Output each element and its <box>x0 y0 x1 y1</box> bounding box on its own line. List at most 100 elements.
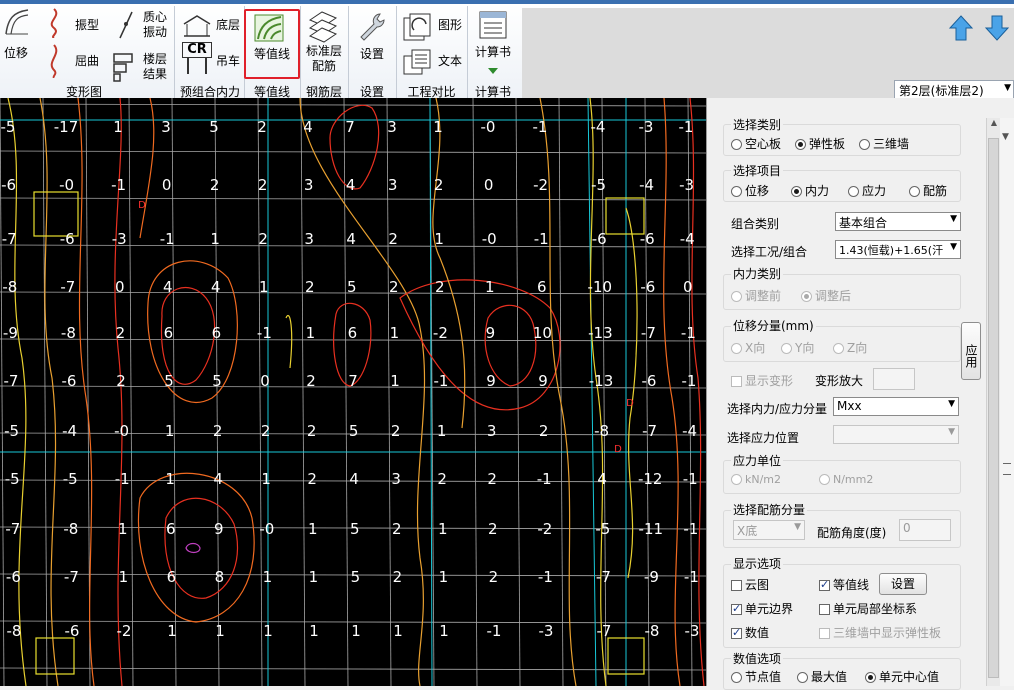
radio-button[interactable] <box>859 139 870 150</box>
graphic-compare-button[interactable]: 图形 <box>436 18 464 33</box>
grip-icon[interactable] <box>1003 463 1011 475</box>
radio-button[interactable] <box>791 186 802 197</box>
scroll-down-icon[interactable]: ▼ <box>1002 132 1009 142</box>
scroll-up-icon[interactable]: ▲ <box>987 118 1001 127</box>
contour-plot[interactable]: DDD -5 -17 1 3 5 2 4 7 3 1 -0 -1 -4 -3 -1-6 -0 -1 0 2 2 3 4 3 2… <box>0 98 706 686</box>
report-dropdown-icon[interactable] <box>488 68 498 74</box>
radio-button[interactable] <box>801 291 812 302</box>
base-button[interactable]: 底层 <box>214 18 242 33</box>
element-value: -1 <box>538 568 553 586</box>
radio-button[interactable] <box>865 672 876 683</box>
radio-button[interactable] <box>731 474 742 485</box>
radio-x-dir[interactable]: X向 <box>731 339 765 356</box>
radio-y-dir[interactable]: Y向 <box>781 339 814 356</box>
element-value: -4 <box>680 230 695 248</box>
radio-button[interactable] <box>909 186 920 197</box>
crane-button[interactable]: 吊车 <box>214 54 242 69</box>
checkbox[interactable] <box>731 580 742 591</box>
element-value: 4 <box>211 278 221 296</box>
element-value: -8 <box>63 520 78 538</box>
element-value: -9 <box>3 324 18 342</box>
checkbox[interactable] <box>819 578 830 591</box>
mass-center-button[interactable]: 质心振动 <box>140 10 170 40</box>
panel-scrollbar[interactable]: ▲ <box>986 118 1001 686</box>
std-floor-rebar-button[interactable]: 标准层配筋 <box>304 44 344 74</box>
case-combo-select[interactable]: 1.43(恒载)+1.65(汗 ▼ <box>835 240 961 259</box>
contour-canvas[interactable]: DDD -5 -17 1 3 5 2 4 7 3 1 -0 -1 -4 -3 -1 -6 -0 -1 0 2 2 3 4 3 2… <box>0 98 706 686</box>
checkbox[interactable] <box>819 628 830 639</box>
radio-button[interactable] <box>731 672 742 683</box>
element-value: -6 <box>640 278 655 296</box>
stress-position-select[interactable]: ▼ <box>833 425 959 444</box>
radio-max-value[interactable]: 最大值 <box>797 668 847 685</box>
text-compare-button[interactable]: 文本 <box>436 54 464 69</box>
element-value: -3 <box>639 118 654 136</box>
radio-button[interactable] <box>731 186 742 197</box>
deform-scale-input[interactable] <box>873 368 915 390</box>
mode-shape-button[interactable]: 振型 <box>72 18 102 33</box>
radio-n-mm2[interactable]: N/mm2 <box>819 473 873 486</box>
radio-button[interactable] <box>795 139 806 150</box>
grid-line <box>472 98 478 686</box>
radio-button[interactable] <box>781 343 792 354</box>
radio-stress[interactable]: 应力 <box>848 182 886 199</box>
radio-after-adjust[interactable]: 调整后 <box>801 287 851 304</box>
select-type-title: 选择类别 <box>731 116 784 133</box>
radio-button[interactable] <box>731 291 742 302</box>
force-component-select[interactable]: Mxx ▼ <box>833 397 959 416</box>
radio-3d-wall[interactable]: 三维墙 <box>859 135 909 152</box>
values-checkbox[interactable]: 数值 <box>731 624 769 641</box>
scroll-thumb[interactable] <box>988 138 999 678</box>
radio-label: 位移 <box>745 184 770 198</box>
radio-button[interactable] <box>819 474 830 485</box>
radio-before-adjust[interactable]: 调整前 <box>731 287 781 304</box>
layer-down-icon[interactable] <box>984 14 1010 42</box>
element-value: 1 <box>263 568 273 586</box>
buckling-button[interactable]: 屈曲 <box>72 54 102 69</box>
rebar-angle-input[interactable]: 0 <box>899 519 951 541</box>
cloud-map-checkbox[interactable]: 云图 <box>731 576 769 593</box>
radio-reinforcement[interactable]: 配筋 <box>909 182 947 199</box>
force-component-value: Mxx <box>837 399 862 413</box>
show-deform-checkbox[interactable]: 显示变形 <box>731 372 793 389</box>
report-button[interactable]: 计算书 <box>470 45 516 60</box>
checkbox[interactable] <box>731 602 742 615</box>
contour-settings-button[interactable]: 设置 <box>879 573 927 595</box>
radio-z-dir[interactable]: Z向 <box>833 339 867 356</box>
element-value: -1 <box>160 230 175 248</box>
radio-button[interactable] <box>731 139 742 150</box>
element-boundary-checkbox[interactable]: 单元边界 <box>731 600 793 617</box>
layer-up-icon[interactable] <box>948 14 974 42</box>
checkbox[interactable] <box>731 626 742 639</box>
radio-elastic-slab[interactable]: 弹性板 <box>795 135 845 152</box>
element-value: -12 <box>638 470 663 488</box>
radio-center-value[interactable]: 单元中心值 <box>865 668 939 685</box>
checkbox[interactable] <box>819 604 830 615</box>
displacement-button[interactable]: 位移 <box>2 46 30 61</box>
contour-line <box>139 98 155 239</box>
radio-hollow-slab[interactable]: 空心板 <box>731 135 781 152</box>
value-options-title: 数值选项 <box>731 650 784 667</box>
combo-type-select[interactable]: 基本组合 ▼ <box>835 212 961 231</box>
radio-kn-m2[interactable]: kN/m2 <box>731 473 781 486</box>
checkbox[interactable] <box>731 376 742 387</box>
radio-button[interactable] <box>833 343 844 354</box>
radio-label: 最大值 <box>811 670 848 684</box>
layer-select[interactable]: 第2层(标准层2) ▼ <box>894 80 1014 100</box>
element-value: 3 <box>304 230 314 248</box>
radio-button[interactable] <box>797 672 808 683</box>
show-in-3d-wall-checkbox[interactable]: 三维墙中显示弹性板 <box>819 624 941 641</box>
contour-line-checkbox[interactable]: 等值线 <box>819 576 869 593</box>
element-value: -7 <box>5 520 20 538</box>
apply-button[interactable]: 应用 <box>961 322 981 380</box>
radio-button[interactable] <box>731 343 742 354</box>
local-coord-checkbox[interactable]: 单元局部坐标系 <box>819 600 917 617</box>
element-value: 6 <box>537 278 547 296</box>
rebar-component-select[interactable]: X底 ▼ <box>733 520 805 540</box>
radio-internal-force[interactable]: 内力 <box>791 182 829 199</box>
floor-results-button[interactable]: 楼层结果 <box>140 52 170 82</box>
radio-displacement[interactable]: 位移 <box>731 182 769 199</box>
radio-node-value[interactable]: 节点值 <box>731 668 781 685</box>
settings-button[interactable]: 设置 <box>354 47 390 62</box>
radio-button[interactable] <box>848 186 859 197</box>
